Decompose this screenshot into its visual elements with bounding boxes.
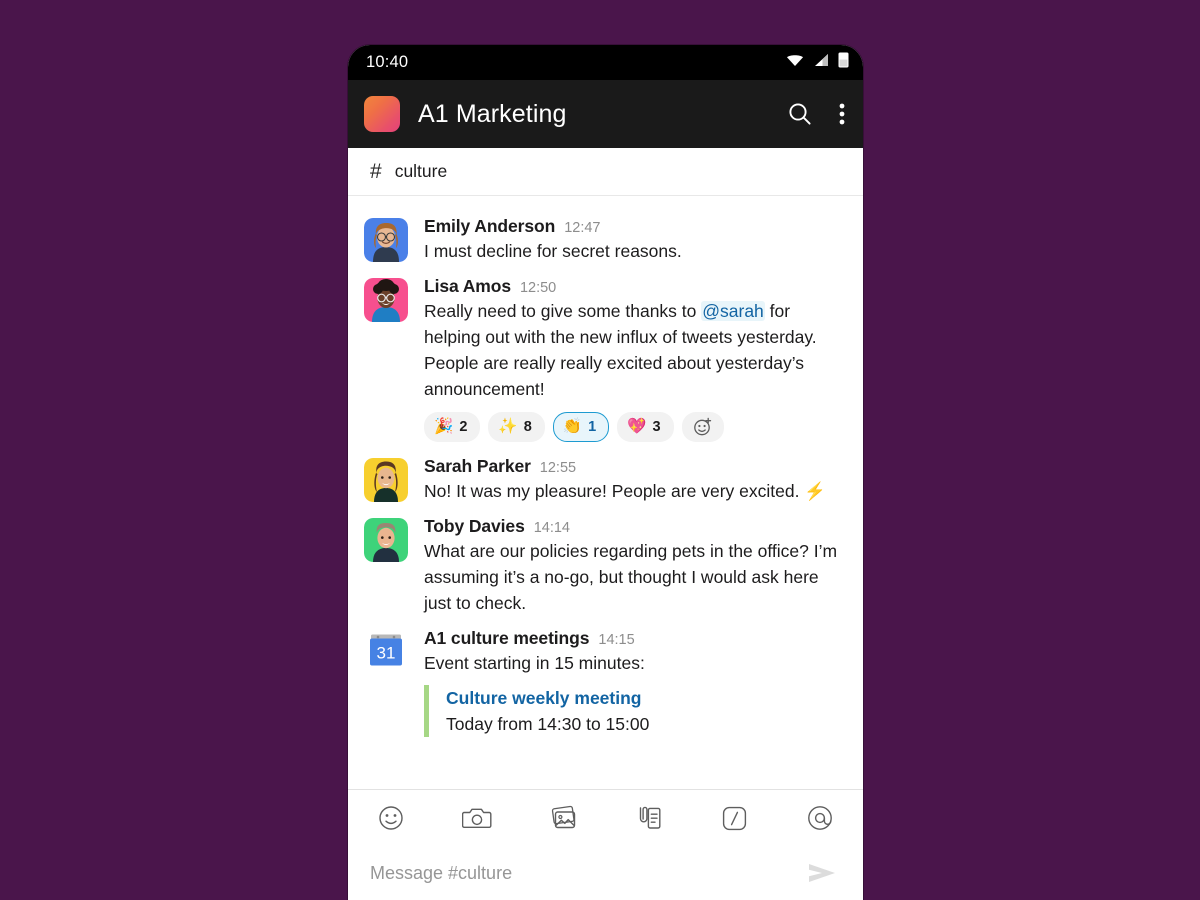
photos-icon[interactable] xyxy=(546,801,580,835)
add-reaction-button[interactable] xyxy=(681,412,724,442)
message-text: Event starting in 15 minutes: xyxy=(424,653,645,673)
event-title-link[interactable]: Culture weekly meeting xyxy=(446,685,847,711)
message-header: A1 culture meetings 14:15 xyxy=(424,628,847,649)
message-body: Toby Davies 14:14 What are our policies … xyxy=(424,516,847,616)
message-item: Toby Davies 14:14 What are our policies … xyxy=(348,510,863,622)
avatar-sarah-parker[interactable] xyxy=(364,458,408,502)
message-timestamp: 12:50 xyxy=(519,280,557,296)
composer-input-row xyxy=(348,846,863,900)
reaction-emoji: 👏 xyxy=(562,418,583,436)
message-text: I must decline for secret reasons. xyxy=(424,241,682,261)
event-time-range: Today from 14:30 to 15:00 xyxy=(446,714,650,734)
google-calendar-icon: 31 xyxy=(366,631,406,671)
send-icon[interactable] xyxy=(805,860,839,886)
message-item: Emily Anderson 12:47 I must decline for … xyxy=(348,210,863,270)
message-header: Lisa Amos 12:50 xyxy=(424,276,847,297)
channel-name: culture xyxy=(394,161,448,181)
workspace-name: A1 Marketing xyxy=(418,99,567,128)
message-text: What are our policies regarding pets in … xyxy=(424,541,838,613)
message-item: Sarah Parker 12:55 No! It was my pleasur… xyxy=(348,450,863,510)
battery-icon xyxy=(838,52,849,73)
mention-icon[interactable] xyxy=(803,801,837,835)
user-mention[interactable]: @sarah xyxy=(701,301,765,321)
message-body: Emily Anderson 12:47 I must decline for … xyxy=(424,216,847,264)
reaction-emoji: 💖 xyxy=(627,418,647,436)
message-body: Lisa Amos 12:50 Really need to give some… xyxy=(424,276,847,444)
svg-text:31: 31 xyxy=(377,644,396,663)
reaction-emoji: 🎉 xyxy=(434,418,454,436)
reaction-count: 1 xyxy=(588,419,597,435)
message-timestamp: 14:14 xyxy=(533,520,570,536)
hash-icon: # xyxy=(370,160,382,183)
reaction-sparkling-heart[interactable]: 💖 3 xyxy=(617,412,674,442)
status-bar-icons xyxy=(786,52,849,73)
composer-toolbar xyxy=(348,790,863,846)
message-item: Lisa Amos 12:50 Really need to give some… xyxy=(348,270,863,450)
status-bar: 10:40 xyxy=(348,45,863,80)
reaction-count: 3 xyxy=(652,419,661,435)
message-item: 31 A1 culture meetings 14:15 Event start… xyxy=(348,622,863,743)
message-text: Really need to give some thanks to @sara… xyxy=(424,298,847,402)
more-vertical-icon[interactable] xyxy=(839,102,845,126)
emoji-icon[interactable] xyxy=(374,801,408,835)
app-bar-actions xyxy=(787,101,845,127)
message-composer xyxy=(348,789,863,900)
search-icon[interactable] xyxy=(787,101,813,127)
reaction-clap[interactable]: 👏 1 xyxy=(552,412,610,442)
message-body: A1 culture meetings 14:15 Event starting… xyxy=(424,628,847,737)
message-header: Toby Davies 14:14 xyxy=(424,516,847,537)
reaction-bar: 🎉 2 ✨ 8 👏 1 💖 3 xyxy=(424,412,847,442)
avatar-lisa-amos[interactable] xyxy=(364,278,408,322)
message-timestamp: 14:15 xyxy=(598,632,635,648)
message-author: Lisa Amos xyxy=(424,276,511,296)
message-timestamp: 12:55 xyxy=(539,460,577,476)
message-list[interactable]: Emily Anderson 12:47 I must decline for … xyxy=(348,196,863,789)
status-bar-time: 10:40 xyxy=(366,53,409,71)
cellular-signal-icon xyxy=(813,53,829,72)
message-author: Toby Davies xyxy=(424,516,525,536)
camera-icon[interactable] xyxy=(460,801,494,835)
app-bar: A1 Marketing xyxy=(348,80,863,148)
message-input[interactable] xyxy=(370,862,805,884)
phone-frame: 10:40 A1 Marketing # culture Emily Ander… xyxy=(348,45,863,900)
message-author: Sarah Parker xyxy=(424,456,531,476)
attachment-icon[interactable] xyxy=(631,801,665,835)
message-author: Emily Anderson xyxy=(424,216,556,236)
wifi-icon xyxy=(786,53,804,72)
channel-header[interactable]: # culture xyxy=(348,148,863,196)
workspace-logo[interactable] xyxy=(364,96,400,132)
message-text-pre: Really need to give some thanks to xyxy=(424,301,702,321)
message-text: No! It was my pleasure! People are very … xyxy=(424,481,827,501)
reaction-count: 2 xyxy=(459,419,468,435)
reaction-emoji: ✨ xyxy=(498,418,518,436)
reaction-count: 8 xyxy=(523,419,532,435)
screenshot-stage: 10:40 A1 Marketing # culture Emily Ander… xyxy=(0,0,1200,900)
message-timestamp: 12:47 xyxy=(564,220,601,236)
slash-command-icon[interactable] xyxy=(717,801,751,835)
message-body: Sarah Parker 12:55 No! It was my pleasur… xyxy=(424,456,847,504)
reaction-sparkles[interactable]: ✨ 8 xyxy=(488,412,545,442)
message-header: Sarah Parker 12:55 xyxy=(424,456,847,477)
message-header: Emily Anderson 12:47 xyxy=(424,216,847,237)
message-author: A1 culture meetings xyxy=(424,628,590,648)
avatar-emily-anderson[interactable] xyxy=(364,218,408,262)
event-attachment: Culture weekly meeting Today from 14:30 … xyxy=(424,685,847,737)
avatar-toby-davies[interactable] xyxy=(364,518,408,562)
reaction-tada[interactable]: 🎉 2 xyxy=(424,412,481,442)
